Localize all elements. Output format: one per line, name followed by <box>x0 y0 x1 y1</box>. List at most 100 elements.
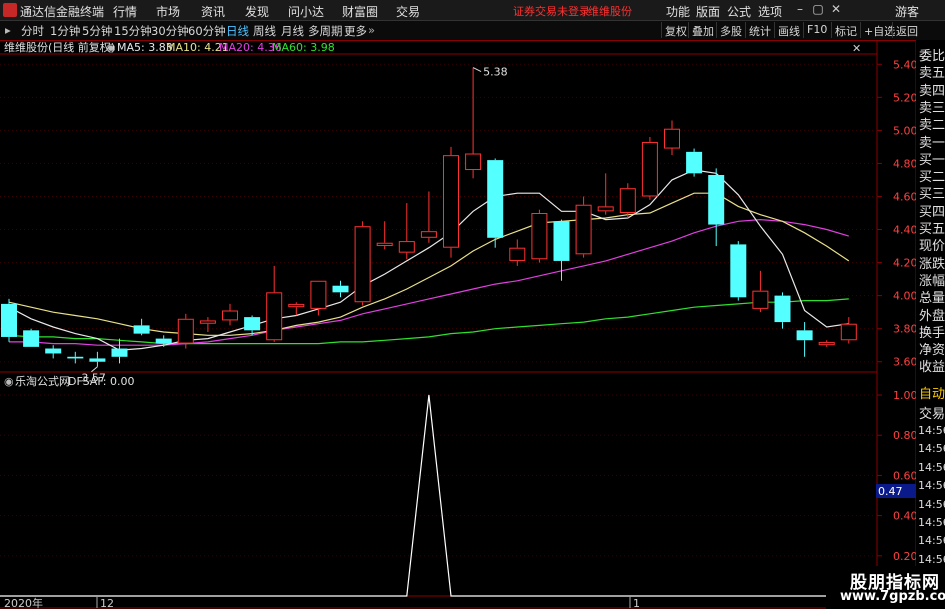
side-panel-label: 委比 <box>919 49 945 64</box>
title-bar: 通达信金融终端 行情 市场 资讯 发现 问小达 财富圈 交易 证券交易未登录 维… <box>0 0 945 21</box>
price-tick-label: 5.00 <box>893 124 918 137</box>
candle <box>686 148 703 177</box>
indicator-grid <box>0 394 877 557</box>
candle <box>730 241 747 301</box>
menu-zixun[interactable]: 资讯 <box>201 3 225 20</box>
candle-body-up <box>531 213 548 260</box>
side-panel-label: 买五 <box>919 222 945 237</box>
menu-wenxiaoda[interactable]: 问小达 <box>288 3 324 20</box>
menu-gongneng[interactable]: 功能 <box>666 3 690 20</box>
trade-login-warning[interactable]: 证券交易未登录 <box>513 3 590 19</box>
side-panel-label: 净资 <box>919 343 945 359</box>
tool-tongji[interactable]: 统计 <box>745 22 774 38</box>
candle <box>199 317 216 332</box>
candle-body-down <box>332 285 349 293</box>
candle-body-down <box>155 338 172 344</box>
maximize-icon[interactable]: ▢ <box>810 2 826 17</box>
candle-body-up <box>288 303 305 308</box>
period-fenshi[interactable]: 分时 <box>21 23 44 39</box>
menu-faxian[interactable]: 发现 <box>245 3 269 20</box>
candle-body-up <box>354 226 371 303</box>
price-tick-label: 5.20 <box>893 91 918 104</box>
candle-body-down <box>796 330 813 341</box>
side-panel-time: 14:56 <box>918 442 945 456</box>
tool-huaxian[interactable]: 画线 <box>774 22 803 38</box>
side-panel-label: 卖四 <box>919 83 945 99</box>
toolbar-arrow-icon[interactable]: ▸ <box>5 23 11 37</box>
tool-duogu[interactable]: 多股 <box>716 22 745 38</box>
candle <box>619 183 636 218</box>
tool-biaoji[interactable]: 标记 <box>831 22 860 38</box>
candle <box>398 203 415 260</box>
candle <box>1 298 17 342</box>
tool-fuquan[interactable]: 复权 <box>661 22 690 38</box>
price-tick-label: 5.40 <box>893 58 918 71</box>
menu-hangqing[interactable]: 行情 <box>113 3 137 20</box>
menu-jiaoyi[interactable]: 交易 <box>396 3 420 20</box>
sub-legend-toggle-icon[interactable]: ◉ <box>4 375 14 388</box>
more-chevron-icon[interactable]: » <box>368 23 375 37</box>
time-label-dec: 12 <box>100 597 114 609</box>
indicator-tick-label: 0.20 <box>893 550 918 563</box>
ma60-line <box>8 298 849 345</box>
candle-body-up <box>465 153 482 171</box>
menu-gongshi[interactable]: 公式 <box>727 3 751 20</box>
candle <box>376 221 393 250</box>
candle-body-up <box>177 318 194 344</box>
candle <box>354 221 371 306</box>
period-1min[interactable]: 1分钟 <box>50 23 80 39</box>
period-15min[interactable]: 15分钟 <box>114 23 152 39</box>
candle-body-up <box>420 231 437 238</box>
period-multi[interactable]: 多周期 <box>308 23 343 39</box>
indicator-tick-label: 0.60 <box>893 469 918 482</box>
candle <box>774 292 791 329</box>
minimize-icon[interactable]: – <box>792 2 808 17</box>
period-weekly[interactable]: 周线 <box>253 23 276 39</box>
candle <box>465 67 482 179</box>
period-monthly[interactable]: 月线 <box>281 23 304 39</box>
guest-label[interactable]: 游客 <box>895 3 919 20</box>
kline-chart[interactable]: 5.40 5.20 5.00 4.80 4.60 4.40 4.20 4.00 3.80 3.60… <box>0 40 945 609</box>
indicator-current-value: 0.47 <box>878 485 903 498</box>
tool-fanhui[interactable]: 返回 <box>892 22 921 38</box>
candle <box>443 146 459 258</box>
candle-body-up <box>664 128 680 149</box>
candle <box>818 340 835 347</box>
candle <box>641 136 658 200</box>
price-tick-label: 4.20 <box>893 257 918 270</box>
menu-caifuquan[interactable]: 财富圈 <box>342 3 378 20</box>
period-more[interactable]: 更多 <box>344 23 367 39</box>
price-grid <box>0 63 877 363</box>
period-60min[interactable]: 60分钟 <box>188 23 226 39</box>
side-panel-label: 总量 <box>919 291 945 307</box>
candle <box>531 209 548 263</box>
candle-body-down <box>487 160 504 238</box>
candle <box>487 158 504 248</box>
chart-close-icon[interactable]: ✕ <box>852 42 861 55</box>
time-label-jan: 1 <box>633 597 640 609</box>
indicator-tick-label: 1.00 <box>893 389 918 402</box>
low-price-annotation: 3.57 <box>81 372 106 385</box>
menu-shichang[interactable]: 市场 <box>156 3 180 20</box>
indicator-legend-title: 乐淘公式网 <box>15 375 70 388</box>
legend-toggle-icon[interactable]: ◉ <box>106 41 116 54</box>
period-daily[interactable]: 日线 <box>226 23 249 39</box>
menu-xuanxiang[interactable]: 选项 <box>758 3 782 20</box>
high-leader-line <box>472 67 482 73</box>
ma5-legend: MA5: 3.83 <box>117 41 173 54</box>
side-panel-time: 14:56 <box>918 460 945 474</box>
tool-diejia[interactable]: 叠加 <box>688 22 717 38</box>
candle <box>796 322 813 357</box>
candle-body-up <box>818 341 835 346</box>
side-tab-trade[interactable]: 交易 <box>919 403 945 422</box>
close-icon[interactable]: ✕ <box>828 2 844 17</box>
period-5min[interactable]: 5分钟 <box>82 23 112 39</box>
period-30min[interactable]: 30分钟 <box>151 23 189 39</box>
candle-body-up <box>310 280 327 309</box>
side-panel-label: 买一 <box>919 152 945 168</box>
indicator-line <box>0 394 877 597</box>
side-tab-auto[interactable]: 自动 <box>919 383 945 402</box>
tool-f10[interactable]: F10 <box>803 22 830 38</box>
side-panel-time: 14:56 <box>918 534 945 548</box>
menu-banmian[interactable]: 版面 <box>696 3 720 20</box>
